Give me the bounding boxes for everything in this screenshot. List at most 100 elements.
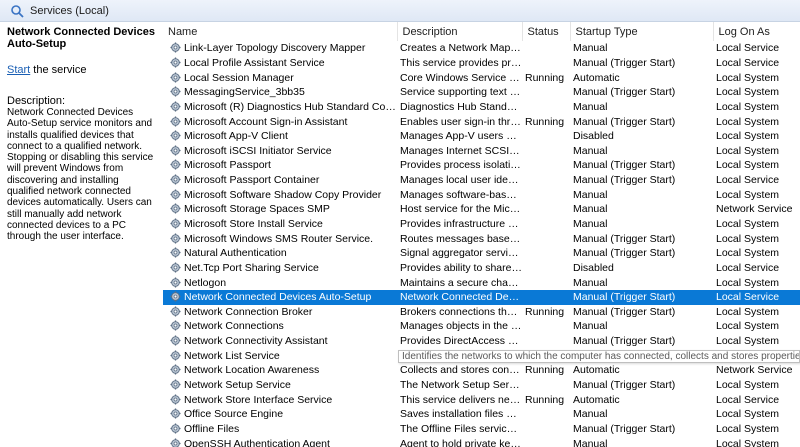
service-description-cell: Manages objects in the Ne... — [400, 320, 522, 333]
service-name-cell[interactable]: Network List Service — [163, 348, 397, 363]
gear-icon — [170, 86, 181, 97]
service-row[interactable]: Microsoft Software Shadow Copy Provider M… — [163, 187, 800, 202]
service-row[interactable]: Offline Files The Offline Files service p… — [163, 422, 800, 437]
column-header-description[interactable]: Description — [397, 22, 523, 41]
service-row[interactable]: OpenSSH Authentication Agent Agent to hol… — [163, 436, 800, 447]
service-name-cell[interactable]: Link-Layer Topology Discovery Mapper — [163, 41, 397, 56]
service-name-cell[interactable]: Local Profile Assistant Service — [163, 56, 397, 71]
service-row[interactable]: Network Location Awareness Collects and s… — [163, 363, 800, 378]
service-name-cell[interactable]: OpenSSH Authentication Agent — [163, 436, 397, 447]
service-row[interactable]: Local Profile Assistant Service This serv… — [163, 56, 800, 71]
service-description-cell: Collects and stores config... — [400, 364, 522, 377]
service-name-cell[interactable]: Offline Files — [163, 422, 397, 437]
service-name-cell[interactable]: MessagingService_3bb35 — [163, 85, 397, 100]
service-status-cell — [522, 187, 570, 202]
service-row[interactable]: Microsoft Passport Provides process isola… — [163, 158, 800, 173]
service-name-cell[interactable]: Microsoft App-V Client — [163, 129, 397, 144]
service-description-cell: Provides DirectAccess stat... — [400, 335, 522, 348]
service-row[interactable]: Local Session Manager Core Windows Servic… — [163, 70, 800, 85]
service-name-cell[interactable]: Network Connection Broker — [163, 305, 397, 320]
service-name-cell[interactable]: Microsoft Passport — [163, 158, 397, 173]
service-row[interactable]: Netlogon Maintains a secure channe... Manu… — [163, 275, 800, 290]
gear-icon — [170, 115, 181, 127]
service-startup-type-cell: Manual — [573, 42, 608, 55]
service-row[interactable]: Microsoft Windows SMS Router Service. Rou… — [163, 231, 800, 246]
service-name-cell[interactable]: Network Connections — [163, 319, 397, 334]
service-row[interactable]: Network Connection Broker Brokers connect… — [163, 305, 800, 320]
service-name-cell[interactable]: Network Store Interface Service — [163, 392, 397, 407]
service-status-cell — [522, 143, 570, 158]
service-row[interactable]: Link-Layer Topology Discovery Mapper Crea… — [163, 41, 800, 56]
service-name-cell[interactable]: Microsoft Store Install Service — [163, 217, 397, 232]
service-status-cell: Running — [525, 305, 565, 318]
column-header-status[interactable]: Status — [522, 22, 571, 41]
service-log-on-as-cell: Local System — [716, 232, 780, 245]
service-name-cell[interactable]: Microsoft Account Sign-in Assistant — [163, 114, 397, 129]
service-name: Link-Layer Topology Discovery Mapper — [184, 42, 366, 55]
description-tooltip: Identifies the networks to which the com… — [398, 350, 800, 363]
service-row[interactable]: Microsoft App-V Client Manages App-V user… — [163, 129, 800, 144]
service-log-on-as-cell: Network Service — [716, 203, 793, 216]
gear-icon — [170, 438, 181, 447]
service-name-cell[interactable]: Natural Authentication — [163, 246, 397, 261]
service-name: MessagingService_3bb35 — [184, 86, 305, 99]
service-name-cell[interactable]: Microsoft Software Shadow Copy Provider — [163, 187, 397, 202]
service-name-cell[interactable]: Network Setup Service — [163, 378, 397, 393]
gear-icon — [170, 233, 181, 244]
gear-icon — [170, 335, 181, 346]
service-name-cell[interactable]: Microsoft Passport Container — [163, 173, 397, 188]
service-name-cell[interactable]: Network Connected Devices Auto-Setup — [163, 289, 397, 305]
service-status-cell — [522, 41, 570, 56]
service-name-cell[interactable]: Microsoft (R) Diagnostics Hub Standard C… — [163, 100, 397, 115]
service-row[interactable]: Net.Tcp Port Sharing Service Provides abi… — [163, 261, 800, 276]
column-header-log-on-as[interactable]: Log On As — [713, 22, 800, 41]
service-startup-type-cell: Manual (Trigger Start) — [573, 86, 676, 99]
service-name-cell[interactable]: Microsoft Windows SMS Router Service. — [163, 231, 397, 246]
service-row[interactable]: Natural Authentication Signal aggregator … — [163, 246, 800, 261]
service-row[interactable]: Microsoft iSCSI Initiator Service Manages… — [163, 143, 800, 158]
service-row[interactable]: Network Store Interface Service This serv… — [163, 392, 800, 407]
service-name: Microsoft App-V Client — [184, 130, 288, 143]
service-log-on-as-cell: Local Service — [716, 261, 780, 274]
service-log-on-as-cell: Local System — [716, 437, 780, 447]
service-name-cell[interactable]: Network Connectivity Assistant — [163, 334, 397, 349]
service-description-cell: Manages Internet SCSI (iS... — [400, 144, 522, 157]
service-name-cell[interactable]: Microsoft iSCSI Initiator Service — [163, 143, 397, 158]
service-row[interactable]: Network Setup Service The Network Setup S… — [163, 378, 800, 393]
service-row[interactable]: Microsoft Storage Spaces SMP Host service… — [163, 202, 800, 217]
service-name-cell[interactable]: Net.Tcp Port Sharing Service — [163, 261, 397, 276]
service-log-on-as-cell: Local System — [716, 335, 780, 348]
service-name-cell[interactable]: Microsoft Storage Spaces SMP — [163, 202, 397, 217]
gear-icon — [170, 379, 181, 390]
service-row[interactable]: Microsoft Store Install Service Provides … — [163, 217, 800, 232]
gear-icon — [170, 350, 181, 361]
service-startup-type-cell: Manual — [573, 100, 608, 113]
service-log-on-as-cell: Local System — [716, 320, 780, 333]
service-name-cell[interactable]: Local Session Manager — [163, 70, 397, 85]
service-startup-type-cell: Manual — [573, 203, 608, 216]
service-name-cell[interactable]: Netlogon — [163, 275, 397, 290]
gear-icon — [170, 72, 181, 83]
service-row[interactable]: Microsoft Passport Container Manages loca… — [163, 173, 800, 188]
service-row[interactable]: Network Connected Devices Auto-Setup Netw… — [163, 289, 800, 305]
gear-icon — [170, 189, 181, 200]
column-header-name[interactable]: Name — [163, 22, 398, 41]
service-row[interactable]: Office Source Engine Saves installation f… — [163, 407, 800, 422]
service-log-on-as-cell: Local Service — [716, 42, 780, 55]
column-header-startup-type[interactable]: Startup Type — [570, 22, 714, 41]
service-name: Microsoft Storage Spaces SMP — [184, 203, 330, 216]
service-row[interactable]: MessagingService_3bb35 Service supporting… — [163, 85, 800, 100]
service-row[interactable]: Microsoft (R) Diagnostics Hub Standard C… — [163, 100, 800, 115]
selected-service-title: Network Connected Devices Auto-Setup — [7, 26, 155, 50]
service-name-cell[interactable]: Office Source Engine — [163, 407, 397, 422]
start-service-link[interactable]: Start — [7, 64, 30, 76]
service-row[interactable]: Network Connectivity Assistant Provides D… — [163, 334, 800, 349]
service-status-cell — [522, 202, 570, 217]
service-startup-type-cell: Manual — [573, 218, 608, 230]
service-description-cell: Provides infrastructure su... — [400, 218, 522, 230]
service-name-cell[interactable]: Network Location Awareness — [163, 363, 397, 378]
service-row[interactable]: Network Connections Manages objects in th… — [163, 319, 800, 334]
service-log-on-as-cell: Local Service — [716, 393, 780, 406]
service-row[interactable]: Microsoft Account Sign-in Assistant Enabl… — [163, 114, 800, 129]
service-rows: Link-Layer Topology Discovery Mapper Crea… — [163, 41, 800, 447]
